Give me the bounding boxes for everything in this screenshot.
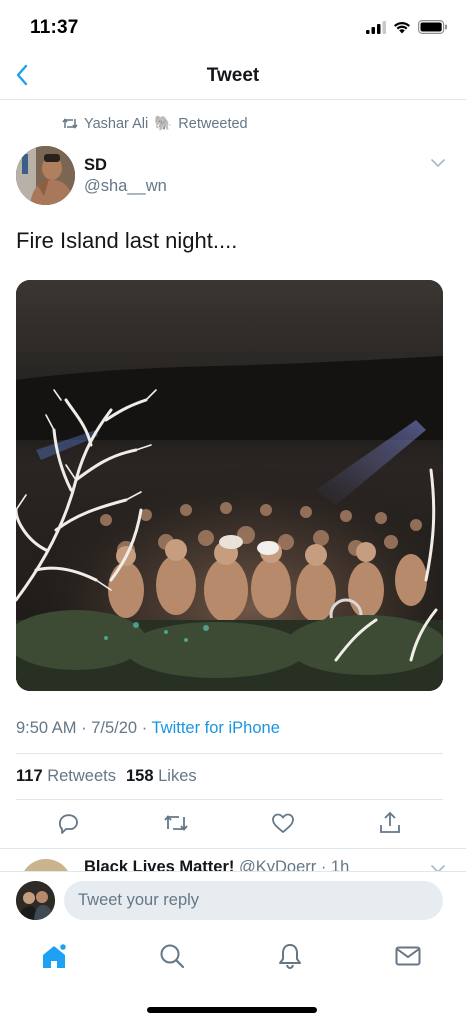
author-avatar[interactable]: [16, 146, 75, 205]
notifications-icon[interactable]: [275, 941, 305, 971]
home-icon[interactable]: [39, 941, 69, 971]
reply-bar: Tweet your reply: [0, 871, 466, 929]
reply-author[interactable]: Black Lives Matter! @KyDoerr · 1h: [84, 858, 349, 872]
divider: [16, 799, 443, 800]
retweets-stat[interactable]: 117 Retweets: [16, 767, 116, 786]
likes-count: 158: [126, 767, 154, 785]
meta-separator: ·: [141, 719, 148, 737]
cellular-signal-icon: [366, 20, 386, 34]
search-icon[interactable]: [157, 941, 187, 971]
messages-icon[interactable]: [393, 941, 423, 971]
tweet-date: 7/5/20: [91, 719, 138, 737]
tweet-time: 9:50 AM: [16, 719, 77, 737]
tweet-actions: [0, 808, 466, 840]
retweeter-name: Yashar Ali: [84, 115, 149, 132]
reply-input[interactable]: Tweet your reply: [64, 881, 443, 920]
retweet-context[interactable]: Yashar Ali 🐘 Retweeted: [62, 115, 248, 132]
author-handle[interactable]: @sha__wn: [84, 177, 167, 196]
tab-bar: [0, 929, 466, 1023]
share-icon[interactable]: [377, 810, 403, 836]
retweets-label: Retweets: [47, 767, 116, 785]
reply-author-handle: @KyDoerr · 1h: [239, 858, 350, 872]
status-icons: [366, 20, 448, 34]
status-bar: 11:37: [0, 0, 466, 52]
reply-icon[interactable]: [56, 810, 82, 836]
battery-icon: [418, 20, 447, 34]
likes-label: Likes: [158, 767, 197, 785]
reply-item[interactable]: Black Lives Matter! @KyDoerr · 1h: [0, 850, 466, 872]
meta-separator: ·: [81, 719, 87, 737]
page-title: Tweet: [206, 65, 260, 86]
divider: [16, 753, 443, 754]
tweet-source-link[interactable]: Twitter for iPhone: [152, 719, 280, 737]
elephant-emoji: 🐘: [154, 116, 173, 132]
likes-stat[interactable]: 158 Likes: [126, 767, 197, 786]
tweet-text: Fire Island last night....: [16, 228, 238, 253]
home-indicator[interactable]: [147, 1007, 317, 1013]
author-name[interactable]: SD: [84, 156, 107, 175]
status-time: 11:37: [30, 17, 79, 38]
retweeted-label: Retweeted: [178, 115, 248, 132]
tweet-menu-chevron-icon[interactable]: [429, 156, 447, 170]
retweets-count: 117: [16, 767, 43, 785]
current-user-avatar[interactable]: [16, 881, 55, 920]
tweet-photo[interactable]: [16, 280, 443, 691]
like-icon[interactable]: [270, 810, 296, 836]
retweet-icon[interactable]: [163, 810, 189, 836]
nav-header: Tweet: [0, 52, 466, 100]
retweet-icon: [62, 118, 78, 129]
wifi-icon: [394, 21, 410, 33]
tweet-stats: 117 Retweets 158 Likes: [16, 767, 197, 786]
tweet-timestamp: 9:50 AM · 7/5/20 · Twitter for iPhone: [16, 719, 280, 738]
section-divider: [0, 848, 466, 849]
reply-author-name: Black Lives Matter!: [84, 858, 235, 872]
